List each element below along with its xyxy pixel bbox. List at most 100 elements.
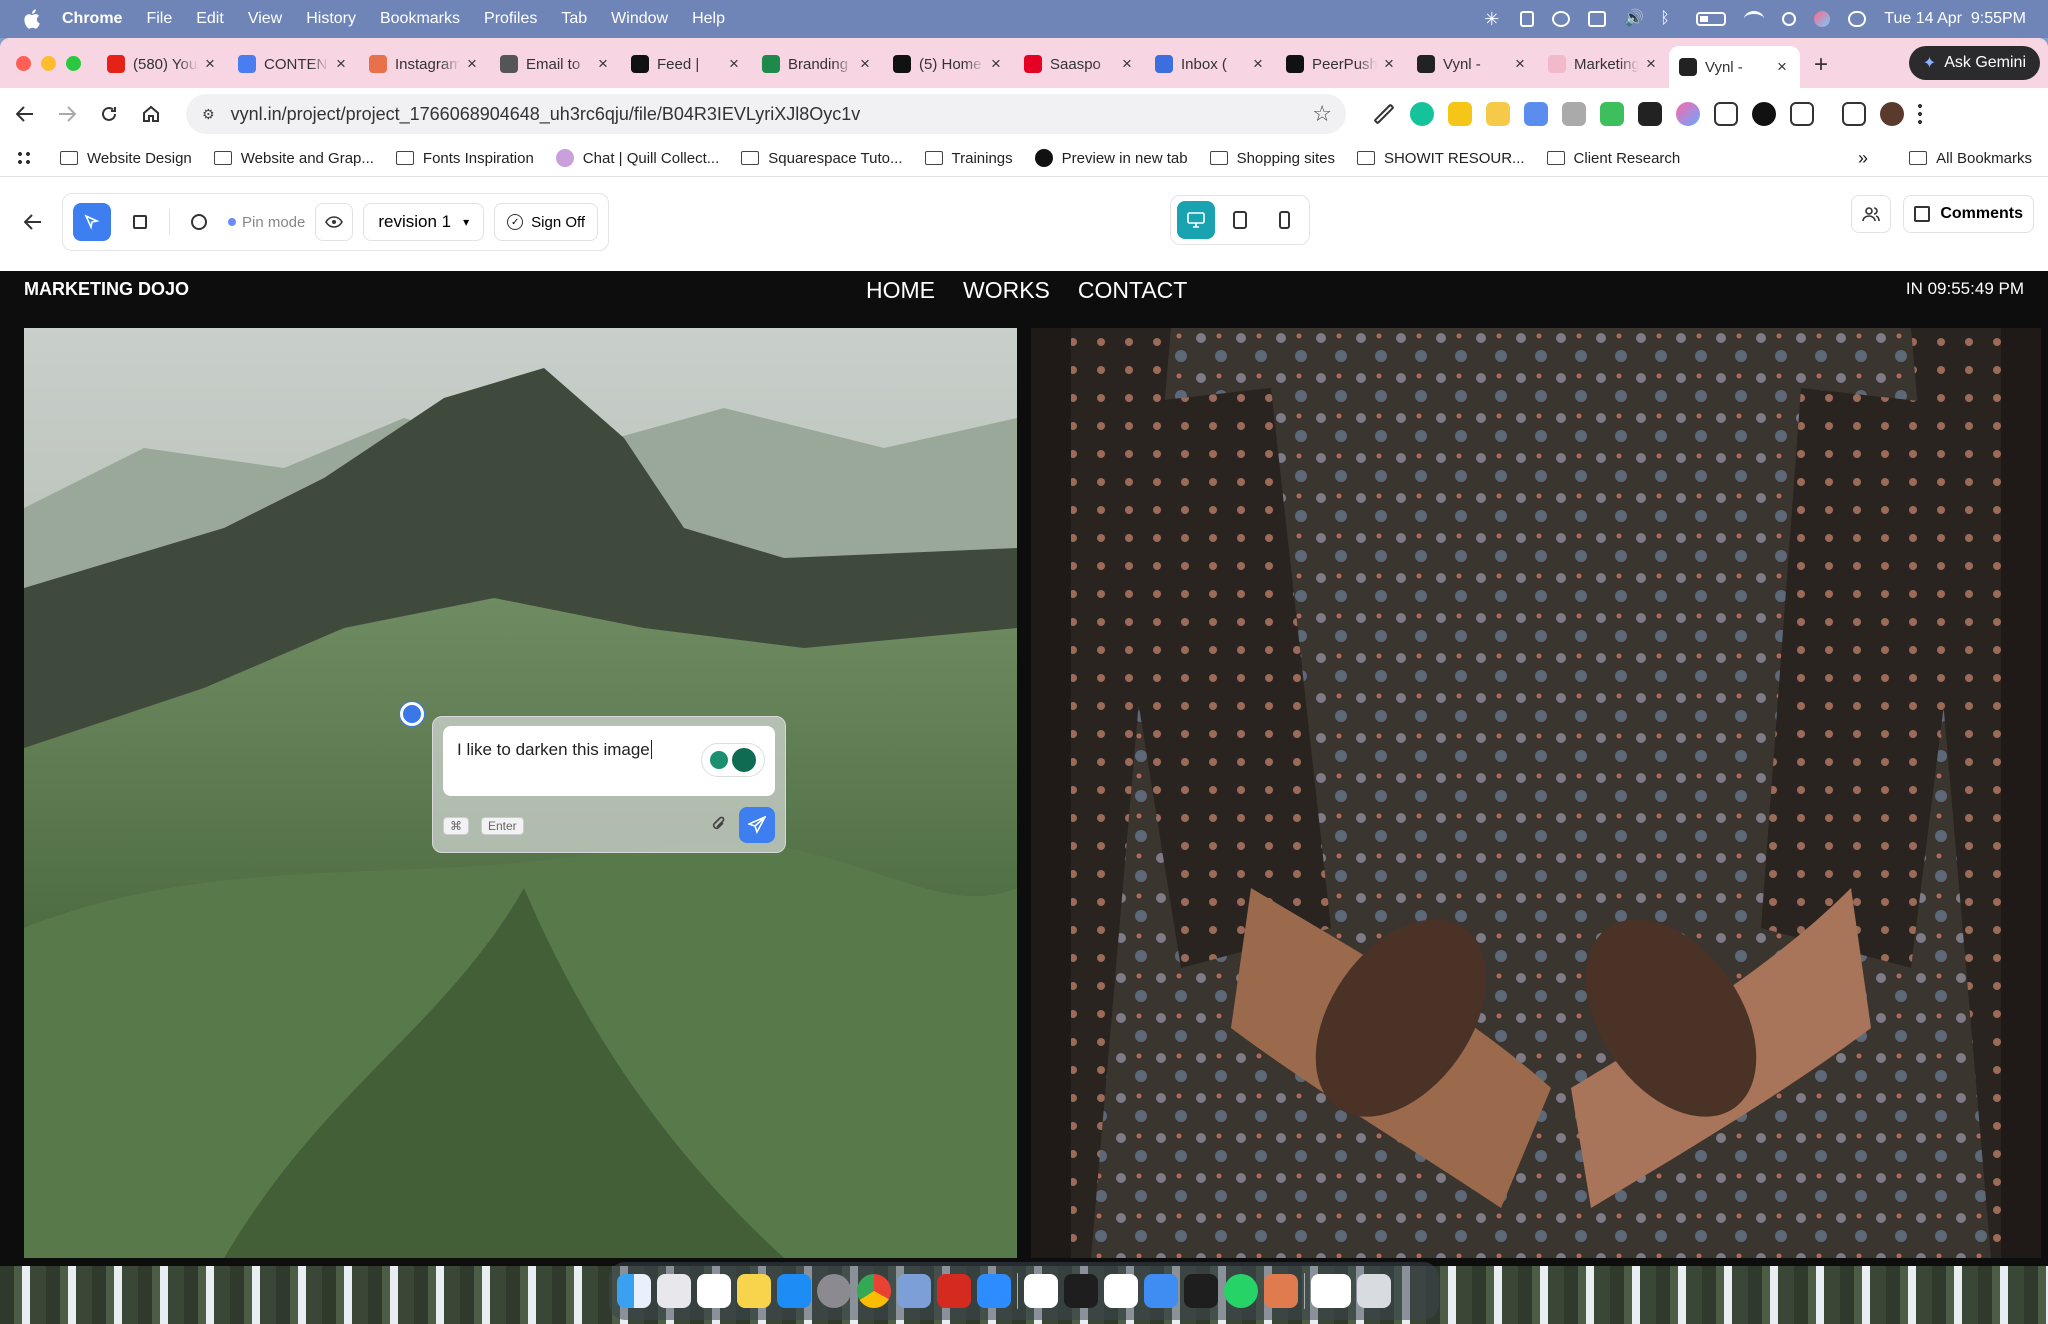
bookmark-item[interactable]: Trainings xyxy=(924,149,1013,167)
minimize-window-button[interactable] xyxy=(41,55,56,71)
revision-dropdown[interactable]: revision 1 ▾ xyxy=(363,203,485,241)
bookmark-item[interactable]: Client Research xyxy=(1546,149,1680,167)
chrome-icon[interactable] xyxy=(857,1274,891,1308)
browser-tab[interactable]: PeerPush × xyxy=(1276,46,1407,82)
browser-tab[interactable]: Saaspo × xyxy=(1014,46,1145,82)
attach-paperclip-icon[interactable] xyxy=(711,815,727,838)
acrobat-icon[interactable] xyxy=(937,1274,971,1308)
bookmark-item[interactable]: Shopping sites xyxy=(1209,149,1335,167)
battery-icon[interactable] xyxy=(1696,12,1727,26)
menu-profiles[interactable]: Profiles xyxy=(484,10,537,28)
system-settings-icon[interactable] xyxy=(817,1274,851,1308)
whatsapp-icon[interactable] xyxy=(1224,1274,1258,1308)
menubar-datetime[interactable]: Tue 14 Apr 9:55PM xyxy=(1884,10,2026,28)
browser-tab[interactable]: Branding × xyxy=(752,46,883,82)
zoom-window-button[interactable] xyxy=(66,55,81,71)
send-comment-button[interactable] xyxy=(739,807,775,843)
bookmarks-overflow-icon[interactable]: » xyxy=(1858,148,1868,169)
bookmark-item[interactable]: Website and Grap... xyxy=(213,149,374,167)
sign-off-button[interactable]: ✓ Sign Off xyxy=(494,203,599,241)
launchpad-icon[interactable] xyxy=(657,1274,691,1308)
screen-icon[interactable] xyxy=(1588,11,1607,27)
claude-app-icon[interactable] xyxy=(1264,1274,1298,1308)
extensions-puzzle-icon[interactable] xyxy=(1790,102,1814,126)
bookmark-item[interactable]: Squarespace Tuto... xyxy=(741,149,903,167)
close-tab-icon[interactable]: × xyxy=(1774,57,1790,77)
menu-history[interactable]: History xyxy=(306,10,356,28)
mobile-view-button[interactable] xyxy=(1265,201,1303,239)
close-tab-icon[interactable]: × xyxy=(988,54,1004,74)
comments-button[interactable]: Comments xyxy=(1903,195,2034,233)
close-tab-icon[interactable]: × xyxy=(857,54,873,74)
select-tool-button[interactable] xyxy=(73,203,111,241)
home-button[interactable] xyxy=(130,93,172,135)
menu-window[interactable]: Window xyxy=(611,10,668,28)
green-extension-icon[interactable] xyxy=(1600,102,1624,126)
site-nav-contact[interactable]: CONTACT xyxy=(1078,277,1187,304)
grammarly-icon[interactable] xyxy=(1410,102,1434,126)
browser-tab[interactable]: CONTENT× xyxy=(228,46,359,82)
comment-pin-marker[interactable] xyxy=(400,702,424,726)
browser-tab[interactable]: Inbox (× xyxy=(1145,46,1276,82)
site-info-icon[interactable]: ⚙ xyxy=(202,106,215,123)
menu-view[interactable]: View xyxy=(248,10,282,28)
menu-tab[interactable]: Tab xyxy=(561,10,587,28)
pen-extension-icon[interactable] xyxy=(1373,103,1395,125)
address-bar[interactable]: ⚙ vynl.in/project/project_1766068904648_… xyxy=(186,94,1346,134)
spotlight-search-icon[interactable] xyxy=(1782,12,1797,26)
grammarly-widget[interactable] xyxy=(701,743,765,777)
profile-avatar[interactable] xyxy=(1880,102,1904,126)
address-url[interactable]: vynl.in/project/project_1766068904648_uh… xyxy=(231,104,861,125)
mail-icon[interactable] xyxy=(1144,1274,1178,1308)
menu-file[interactable]: File xyxy=(146,10,172,28)
close-tab-icon[interactable]: × xyxy=(1643,54,1659,74)
bookmark-item[interactable]: SHOWIT RESOUR... xyxy=(1356,149,1525,167)
close-window-button[interactable] xyxy=(16,55,31,71)
palette-tool-button[interactable] xyxy=(180,203,218,241)
notes-icon[interactable] xyxy=(737,1274,771,1308)
figma-icon[interactable] xyxy=(1184,1274,1218,1308)
slack-icon[interactable] xyxy=(1104,1274,1138,1308)
menu-bookmarks[interactable]: Bookmarks xyxy=(380,10,460,28)
chrome-menu-icon[interactable] xyxy=(1918,102,1922,126)
menu-help[interactable]: Help xyxy=(692,10,725,28)
claude-icon[interactable]: ✳ xyxy=(1484,10,1502,28)
bookmark-item[interactable]: Chat | Quill Collect... xyxy=(555,149,719,167)
browser-tab[interactable]: Email to × xyxy=(490,46,621,82)
menu-app-name[interactable]: Chrome xyxy=(62,10,122,28)
collaborators-button[interactable] xyxy=(1851,195,1892,233)
zoom-icon[interactable] xyxy=(977,1274,1011,1308)
desktop-view-button[interactable] xyxy=(1177,201,1215,239)
bookmark-star-icon[interactable]: ☆ xyxy=(1312,101,1332,127)
calendar-icon[interactable] xyxy=(697,1274,731,1308)
close-tab-icon[interactable]: × xyxy=(1381,54,1397,74)
apple-icon[interactable] xyxy=(22,8,44,30)
terminal-icon[interactable] xyxy=(1064,1274,1098,1308)
browser-tab[interactable]: Marketing × xyxy=(1538,46,1669,82)
all-bookmarks-button[interactable]: All Bookmarks xyxy=(1909,150,2032,167)
bookmark-item[interactable]: Website Design xyxy=(60,149,192,167)
browser-tab[interactable]: (580) YouTube× xyxy=(97,46,228,82)
dictionary-icon[interactable] xyxy=(1448,102,1472,126)
close-tab-icon[interactable]: × xyxy=(202,54,218,74)
pin-mode-toggle[interactable]: Pin mode xyxy=(228,214,305,231)
rectangle-tool-button[interactable] xyxy=(121,203,159,241)
downloads-stack-icon[interactable] xyxy=(1311,1274,1351,1308)
browser-tab[interactable]: (5) Home × xyxy=(883,46,1014,82)
code-extension-icon[interactable] xyxy=(1714,102,1738,126)
preview-app-icon[interactable] xyxy=(897,1274,931,1308)
notes-extension-icon[interactable] xyxy=(1486,102,1510,126)
browser-tab[interactable]: Vynl - × xyxy=(1407,46,1538,82)
trash-icon[interactable] xyxy=(1357,1274,1391,1308)
browser-tab[interactable]: Feed | × xyxy=(621,46,752,82)
volume-icon[interactable]: 🔊 xyxy=(1624,11,1644,27)
site-nav-home[interactable]: HOME xyxy=(866,277,935,304)
color-extension-icon[interactable] xyxy=(1676,102,1700,126)
ask-gemini-button[interactable]: ✦ Ask Gemini xyxy=(1908,46,2040,80)
wifi-icon[interactable] xyxy=(1744,11,1765,27)
siri-icon[interactable] xyxy=(1814,11,1831,27)
forward-button[interactable] xyxy=(46,93,88,135)
site-nav-works[interactable]: WORKS xyxy=(963,277,1050,304)
bookmark-item[interactable]: Fonts Inspiration xyxy=(395,149,534,167)
dark-extension-icon[interactable] xyxy=(1752,102,1776,126)
